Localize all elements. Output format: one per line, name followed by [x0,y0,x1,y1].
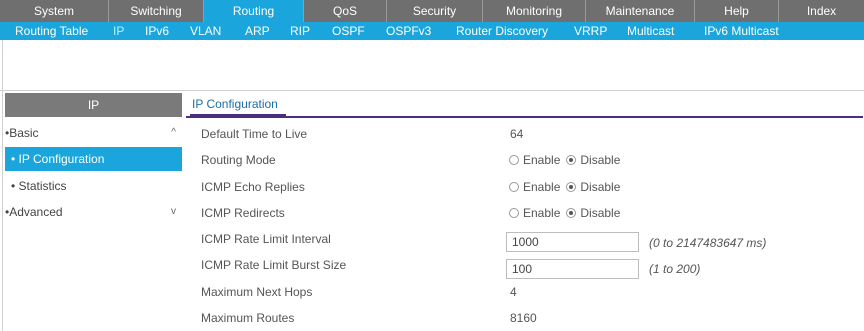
chevron-up-icon: ^ [171,127,176,138]
value-maximum-routes: 8160 [510,311,537,325]
subtab-ospfv3[interactable]: OSPFv3 [386,22,431,40]
subtab-ipv6[interactable]: IPv6 [145,22,169,40]
label-icmp-echo-replies: ICMP Echo Replies [201,180,305,194]
label-icmp-redirects: ICMP Redirects [201,206,285,220]
icmp-redirects-disable-radio[interactable] [566,208,577,218]
icmp-echo-radio-group: Enable Disable [509,180,626,194]
subtab-router-discovery[interactable]: Router Discovery [456,22,548,40]
sub-nav: Routing Table IP IPv6 VLAN ARP RIP OSPF … [0,22,864,40]
tab-qos[interactable]: QoS [304,0,387,22]
label-maximum-next-hops: Maximum Next Hops [201,285,313,299]
subtab-ospf[interactable]: OSPF [332,22,365,40]
label-routing-mode: Routing Mode [201,153,276,167]
label-icmp-rate-limit-interval: ICMP Rate Limit Interval [201,232,331,246]
radio-label: Disable [580,153,621,167]
routing-mode-disable-radio[interactable] [566,155,577,165]
sidebar-item-label: • Statistics [11,179,67,193]
hint-rate-limit-burst-size: (1 to 200) [649,262,701,276]
sidebar-item-ip-configuration[interactable]: • IP Configuration [5,147,182,171]
tab-index[interactable]: Index [779,0,864,22]
radio-label: Disable [580,180,621,194]
subtab-arp[interactable]: ARP [245,22,270,40]
value-maximum-next-hops: 4 [510,285,517,299]
sidebar-item-basic[interactable]: •Basic ^ [5,121,182,145]
radio-label: Enable [523,206,561,220]
label-default-ttl: Default Time to Live [201,127,308,141]
tab-help[interactable]: Help [695,0,779,22]
sidebar-item-advanced[interactable]: •Advanced v [5,200,182,224]
icmp-rate-limit-interval-input[interactable] [506,232,639,252]
icmp-redirects-enable-radio[interactable] [509,208,519,218]
radio-label: Enable [523,180,561,194]
tab-monitoring[interactable]: Monitoring [483,0,586,22]
subtab-ipv6-multicast[interactable]: IPv6 Multicast [704,22,779,40]
icmp-redirects-radio-group: Enable Disable [509,206,626,220]
radio-label: Enable [523,153,561,167]
tab-system[interactable]: System [0,0,109,22]
subtab-vrrp[interactable]: VRRP [574,22,607,40]
subtab-multicast[interactable]: Multicast [627,22,674,40]
frame-border [2,0,3,331]
icmp-echo-enable-radio[interactable] [509,182,519,192]
label-icmp-rate-limit-burst-size: ICMP Rate Limit Burst Size [201,258,347,272]
icmp-echo-disable-radio[interactable] [566,182,577,192]
subtab-vlan[interactable]: VLAN [190,22,221,40]
icmp-rate-limit-burst-size-input[interactable] [506,259,639,279]
title-underline [190,114,286,116]
sidebar-item-label: • IP Configuration [11,152,105,166]
routing-mode-enable-radio[interactable] [509,155,519,165]
sidebar-item-label: •Advanced [5,205,63,219]
tab-switching[interactable]: Switching [109,0,204,22]
tab-routing[interactable]: Routing [204,0,304,22]
routing-mode-radio-group: Enable Disable [509,153,626,167]
tab-security[interactable]: Security [387,0,483,22]
header-divider [0,90,864,91]
subtab-ip[interactable]: IP [113,22,124,40]
page-title: IP Configuration [192,97,278,111]
sidebar-item-label: •Basic [5,126,39,140]
hint-rate-limit-interval: (0 to 2147483647 ms) [649,236,767,250]
radio-label: Disable [580,206,621,220]
top-nav: System Switching Routing QoS Security Mo… [0,0,864,22]
subtab-rip[interactable]: RIP [290,22,310,40]
subtab-routing-table[interactable]: Routing Table [15,22,88,40]
sidebar-header: IP [5,93,182,117]
tab-maintenance[interactable]: Maintenance [586,0,695,22]
chevron-down-icon: v [171,206,176,217]
label-maximum-routes: Maximum Routes [201,311,295,325]
sidebar-item-statistics[interactable]: • Statistics [5,174,182,198]
title-rule [186,116,863,118]
value-default-ttl: 64 [510,127,524,141]
